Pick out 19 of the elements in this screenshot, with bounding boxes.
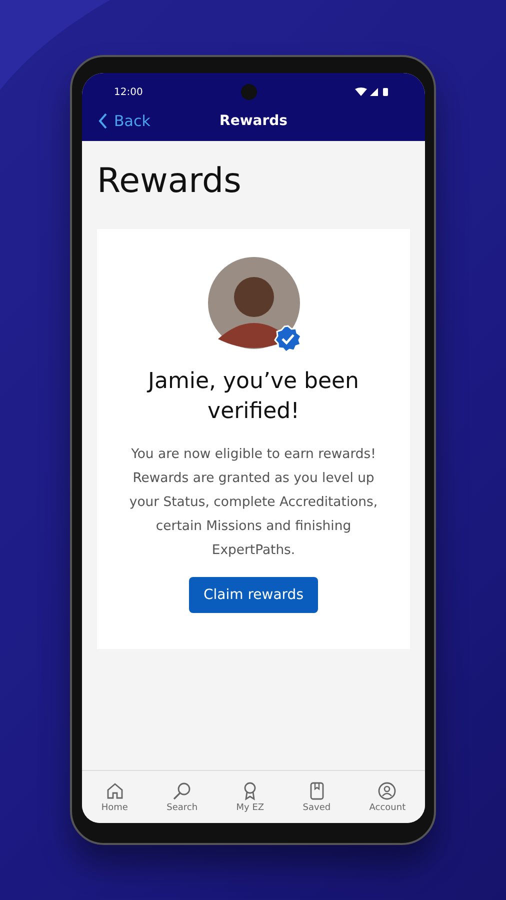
status-icons (354, 87, 389, 97)
chevron-left-icon (98, 113, 108, 129)
home-icon (104, 781, 125, 801)
tab-item[interactable]: Search (166, 781, 198, 813)
camera-icon (240, 84, 257, 100)
tab-item[interactable]: Home (101, 781, 128, 813)
card-heading: Jamie, you’ve been verified! (146, 368, 360, 426)
page-title: Rewards (97, 161, 242, 201)
back-button[interactable]: Back (98, 112, 150, 130)
avatar-icon (208, 257, 300, 349)
nav-title: Rewards (220, 113, 288, 129)
claim-rewards-button[interactable]: Claim rewards (189, 577, 318, 613)
tab-item[interactable]: Saved (302, 781, 331, 813)
tab-item[interactable]: Account (369, 781, 406, 813)
card-description: You are now eligible to earn rewards! Rewards are granted as you level up your Status, complete Accreditations, certain Missions and finishing ExpertPaths. (128, 446, 378, 560)
search-icon (172, 781, 192, 801)
status-time: 12:00 (114, 86, 143, 98)
tab-item[interactable]: My EZ (236, 781, 264, 813)
person-icon (377, 781, 398, 801)
